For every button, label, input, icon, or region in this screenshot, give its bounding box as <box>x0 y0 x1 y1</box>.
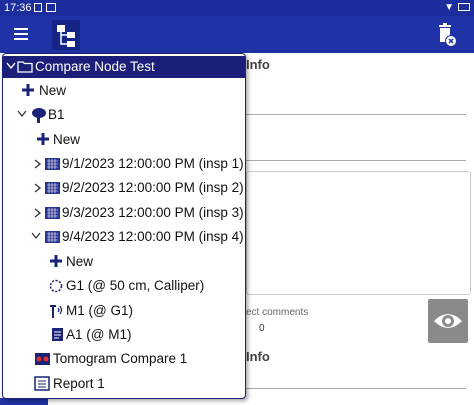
comments-count: 0 <box>259 323 265 334</box>
tree-item-label: 9/3/2023 12:00:00 PM (insp 3) <box>62 205 244 220</box>
plus-icon <box>50 255 62 267</box>
tree-item-label: A1 (@ M1) <box>66 327 132 342</box>
chevron-down-icon[interactable] <box>6 62 16 70</box>
tree-item-label: Tomogram Compare 1 <box>53 351 188 366</box>
app-bar <box>0 16 474 53</box>
tree-item-label: 9/4/2023 12:00:00 PM (insp 4) <box>62 229 244 244</box>
comments-label: ect comments <box>246 307 309 318</box>
tree-item-label: 9/2/2023 12:00:00 PM (insp 2) <box>62 180 244 195</box>
tree-item-label: M1 (@ G1) <box>66 303 133 318</box>
section-title-info: Info <box>246 57 270 72</box>
tree-structure-icon <box>57 25 75 47</box>
calendar-icon <box>45 182 60 194</box>
gauge-ring-icon <box>49 279 63 293</box>
tree-item-new[interactable]: New <box>3 251 245 273</box>
view-button[interactable] <box>428 299 468 343</box>
tree-item-inspection[interactable]: 9/4/2023 12:00:00 PM (insp 4) <box>3 226 245 248</box>
tree-item-report[interactable]: Report 1 <box>3 373 245 395</box>
chevron-right-icon[interactable] <box>34 208 42 218</box>
status-bar: 17:36 ▼ <box>0 0 474 16</box>
battery-icon <box>458 3 470 11</box>
tree-item-tomogram-compare[interactable]: Tomogram Compare 1 <box>3 348 245 370</box>
menu-icon[interactable] <box>14 28 28 40</box>
tree-item-g1[interactable]: G1 (@ 50 cm, Calliper) <box>3 275 245 297</box>
tree-item-b1[interactable]: B1 <box>3 104 245 126</box>
plus-icon <box>22 84 34 96</box>
tomogram-icon <box>35 353 50 365</box>
tree-item-a1[interactable]: A1 (@ M1) <box>3 324 245 346</box>
tree-item-inspection[interactable]: 9/2/2023 12:00:00 PM (insp 2) <box>3 177 245 199</box>
status-time: 17:36 <box>4 2 32 14</box>
tree-item-m1[interactable]: M1 (@ G1) <box>3 300 245 322</box>
plus-icon <box>37 133 49 145</box>
bottom-tab <box>0 398 48 405</box>
sensor-icon <box>50 305 63 318</box>
divider <box>246 388 466 389</box>
tree-item-label: 9/1/2023 12:00:00 PM (insp 1) <box>62 156 244 171</box>
analysis-doc-icon <box>52 328 63 341</box>
tree-item-label: Report 1 <box>53 376 105 391</box>
tree-root-item[interactable]: Compare Node Test <box>3 56 245 78</box>
chevron-down-icon[interactable] <box>31 232 41 240</box>
tree-item-inspection[interactable]: 9/3/2023 12:00:00 PM (insp 3) <box>3 202 245 224</box>
tree-item-new[interactable]: New <box>3 129 245 151</box>
tree-root-label: Compare Node Test <box>35 59 155 74</box>
report-icon <box>34 376 50 391</box>
tree-view-button[interactable] <box>52 20 80 50</box>
tree-item-label: New <box>39 83 67 98</box>
mail-notification-icon <box>46 3 56 12</box>
tree-panel: Compare Node Test New B1 New 9/1/2023 12… <box>2 53 246 399</box>
calendar-icon <box>45 158 60 170</box>
tree-item-label: New <box>66 254 94 269</box>
section-title-info-2: Info <box>246 349 270 364</box>
folder-icon <box>17 61 33 73</box>
image-notification-icon <box>34 3 42 12</box>
tree-item-label: New <box>53 132 81 147</box>
trash-icon <box>439 23 457 47</box>
comments-textarea[interactable] <box>246 171 471 295</box>
tree-item-label: B1 <box>48 107 65 122</box>
chevron-down-icon[interactable] <box>17 110 27 118</box>
tree-icon <box>32 108 46 123</box>
tree-item-new[interactable]: New <box>3 80 245 102</box>
calendar-icon <box>45 231 60 243</box>
divider <box>246 114 466 115</box>
calendar-icon <box>45 207 60 219</box>
chevron-right-icon[interactable] <box>34 159 42 169</box>
divider <box>246 160 466 161</box>
tree-item-label: G1 (@ 50 cm, Calliper) <box>66 278 205 293</box>
eye-icon <box>434 314 462 328</box>
tree-item-inspection[interactable]: 9/1/2023 12:00:00 PM (insp 1) <box>3 153 245 175</box>
chevron-right-icon[interactable] <box>34 183 42 193</box>
delete-button[interactable] <box>436 22 458 48</box>
wifi-icon: ▼ <box>444 2 454 13</box>
